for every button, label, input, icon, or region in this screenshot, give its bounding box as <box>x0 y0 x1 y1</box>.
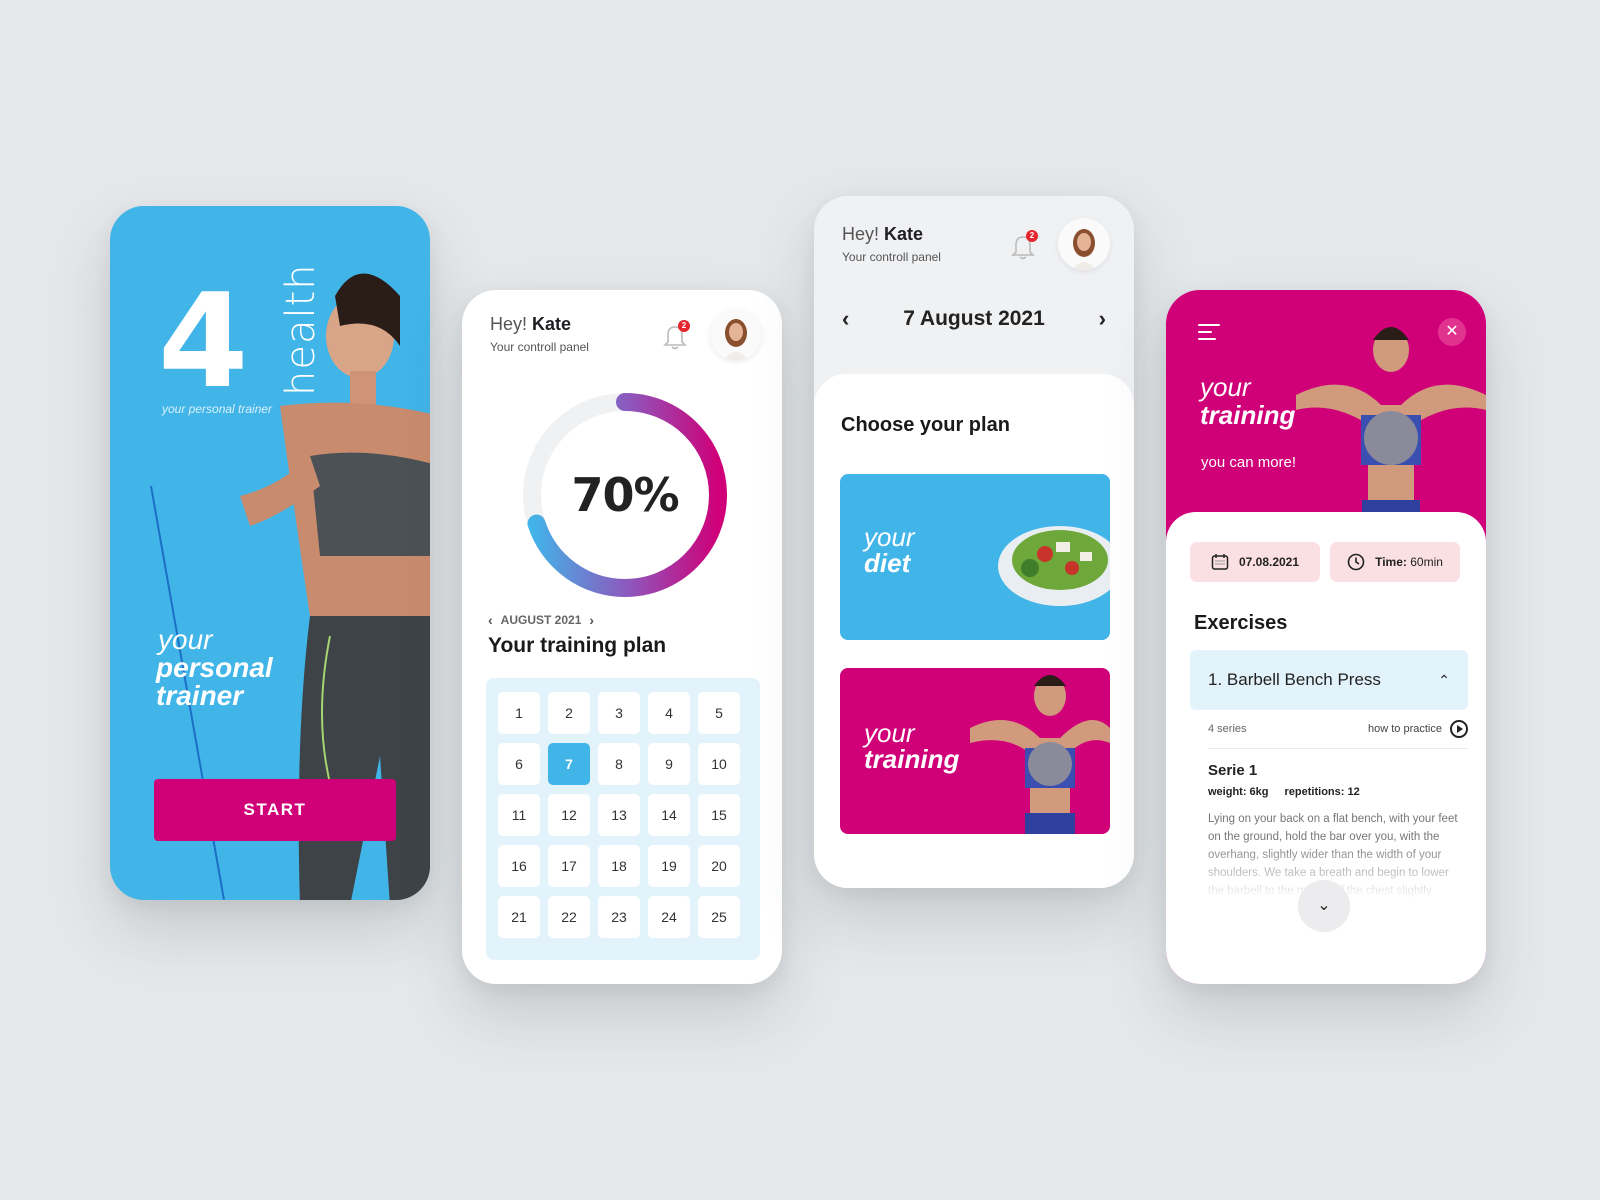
header-your: your <box>1200 372 1251 402</box>
diet-plan-card[interactable]: your diet <box>840 474 1110 640</box>
calendar-day[interactable]: 16 <box>498 845 540 887</box>
exercise-sheet: 07.08.2021 Time: 60min Exercises 1. Barb… <box>1166 512 1486 984</box>
calendar-day[interactable]: 21 <box>498 896 540 938</box>
avatar-photo <box>724 319 748 360</box>
calendar-day[interactable]: 1 <box>498 692 540 734</box>
series-count: 4 series <box>1208 723 1247 735</box>
date-navigator: ‹ 7 August 2021 › <box>814 306 1134 332</box>
headline-personal-trainer: personal trainer <box>156 654 273 710</box>
current-date: 7 August 2021 <box>903 307 1045 330</box>
repetitions-value: repetitions: 12 <box>1284 786 1360 798</box>
close-button[interactable]: ✕ <box>1438 318 1466 346</box>
calendar-day[interactable]: 23 <box>598 896 640 938</box>
slogan: you can more! <box>1201 454 1297 471</box>
user-name: Kate <box>884 224 924 244</box>
greeting: Hey! Kate <box>842 224 923 245</box>
calendar-day[interactable]: 4 <box>648 692 690 734</box>
user-name: Kate <box>532 314 572 334</box>
time-chip: Time: 60min <box>1330 542 1460 582</box>
calendar-day[interactable]: 3 <box>598 692 640 734</box>
exercise-accordion[interactable]: 1. Barbell Bench Press ⌃ <box>1190 650 1468 710</box>
header-training: training <box>1200 400 1296 430</box>
calendar-day[interactable]: 25 <box>698 896 740 938</box>
logo-word: health <box>278 263 324 396</box>
calendar-day[interactable]: 13 <box>598 794 640 836</box>
panel-subtitle: Your controll panel <box>842 250 941 264</box>
weight-value: weight: 6kg <box>1208 786 1269 798</box>
panel-subtitle: Your controll panel <box>490 340 589 354</box>
date-chip: 07.08.2021 <box>1190 542 1320 582</box>
calendar-day[interactable]: 24 <box>648 896 690 938</box>
avatar[interactable] <box>1058 218 1110 270</box>
exercises-title: Exercises <box>1194 612 1288 634</box>
calendar-day[interactable]: 8 <box>598 743 640 785</box>
choose-plan-screen: Hey! Kate Your controll panel 2 ‹ 7 Augu… <box>814 196 1134 888</box>
headline-line-trainer: trainer <box>156 680 244 711</box>
headline-line-personal: personal <box>156 652 273 683</box>
calendar-day[interactable]: 12 <box>548 794 590 836</box>
tagline: your personal trainer <box>162 402 273 416</box>
start-button[interactable]: START <box>154 779 396 841</box>
serie-stats: weight: 6kg repetitions: 12 <box>1208 786 1360 798</box>
exercise-meta: 4 series how to practice <box>1208 720 1468 749</box>
calendar-day[interactable]: 9 <box>648 743 690 785</box>
month-label: AUGUST 2021 <box>500 613 582 627</box>
avatar[interactable] <box>710 308 762 360</box>
calendar-day[interactable]: 10 <box>698 743 740 785</box>
plan-sheet: Choose your plan your diet your training <box>814 374 1134 888</box>
kettlebell-athlete-image <box>970 675 1110 834</box>
greeting: Hey! Kate <box>490 314 571 335</box>
training-plan-card[interactable]: your training <box>840 668 1110 834</box>
time-value: 60min <box>1410 555 1443 569</box>
play-icon <box>1450 720 1468 738</box>
prev-day-icon[interactable]: ‹ <box>842 306 849 332</box>
calendar-day[interactable]: 18 <box>598 845 640 887</box>
time-label: Time: <box>1375 555 1407 569</box>
calendar-day[interactable]: 2 <box>548 692 590 734</box>
diet-card-line2: diet <box>864 548 911 578</box>
greeting-word: Hey! <box>490 314 528 334</box>
calendar-day[interactable]: 19 <box>648 845 690 887</box>
calendar-day[interactable]: 22 <box>548 896 590 938</box>
calendar-day[interactable]: 7 <box>548 743 590 785</box>
training-detail-screen: ✕ your training you can more! 07.08.2021… <box>1166 290 1486 984</box>
notification-badge: 2 <box>678 320 690 332</box>
expand-button[interactable]: ⌄ <box>1298 880 1350 932</box>
notification-bell[interactable]: 2 <box>1010 230 1038 262</box>
next-month-icon[interactable]: › <box>589 612 594 628</box>
exercise-name: 1. Barbell Bench Press <box>1208 670 1381 689</box>
dashboard-screen: Hey! Kate Your controll panel 2 70% ‹ AU… <box>462 290 782 984</box>
menu-icon[interactable] <box>1198 324 1220 345</box>
prev-month-icon[interactable]: ‹ <box>488 612 493 628</box>
calendar-grid: 1 2 3 4 5 6 7 8 9 10 11 12 13 14 15 16 17 18 19 20 21 22 23 24 2… <box>486 678 760 960</box>
calendar-day[interactable]: 6 <box>498 743 540 785</box>
chevron-down-icon: ⌄ <box>1317 897 1331 914</box>
greeting-word: Hey! <box>842 224 880 244</box>
month-navigator: ‹ AUGUST 2021 › <box>488 612 594 628</box>
how-to-practice-link[interactable]: how to practice <box>1368 720 1468 738</box>
avatar-photo <box>1072 229 1096 270</box>
choose-plan-title: Choose your plan <box>841 414 1010 436</box>
notification-badge: 2 <box>1026 230 1038 242</box>
logo-number: 4 <box>158 265 248 417</box>
calendar-day[interactable]: 20 <box>698 845 740 887</box>
calendar-day[interactable]: 14 <box>648 794 690 836</box>
next-day-icon[interactable]: › <box>1099 306 1106 332</box>
calendar-day[interactable]: 15 <box>698 794 740 836</box>
clock-icon <box>1347 553 1365 571</box>
how-to-label: how to practice <box>1368 723 1442 735</box>
calendar-icon <box>1211 554 1229 570</box>
splash-screen: 4 health your personal trainer your pers… <box>110 206 430 900</box>
serie-title: Serie 1 <box>1208 762 1258 779</box>
training-card-line2: training <box>864 744 960 774</box>
chevron-up-icon: ⌃ <box>1438 671 1450 688</box>
session-date: 07.08.2021 <box>1238 555 1300 569</box>
progress-percent: 70% <box>571 468 679 522</box>
salad-image <box>998 526 1110 606</box>
calendar-day[interactable]: 11 <box>498 794 540 836</box>
calendar-day[interactable]: 17 <box>548 845 590 887</box>
training-plan-title: Your training plan <box>488 634 667 657</box>
calendar-day[interactable]: 5 <box>698 692 740 734</box>
notification-bell[interactable]: 2 <box>662 320 690 352</box>
